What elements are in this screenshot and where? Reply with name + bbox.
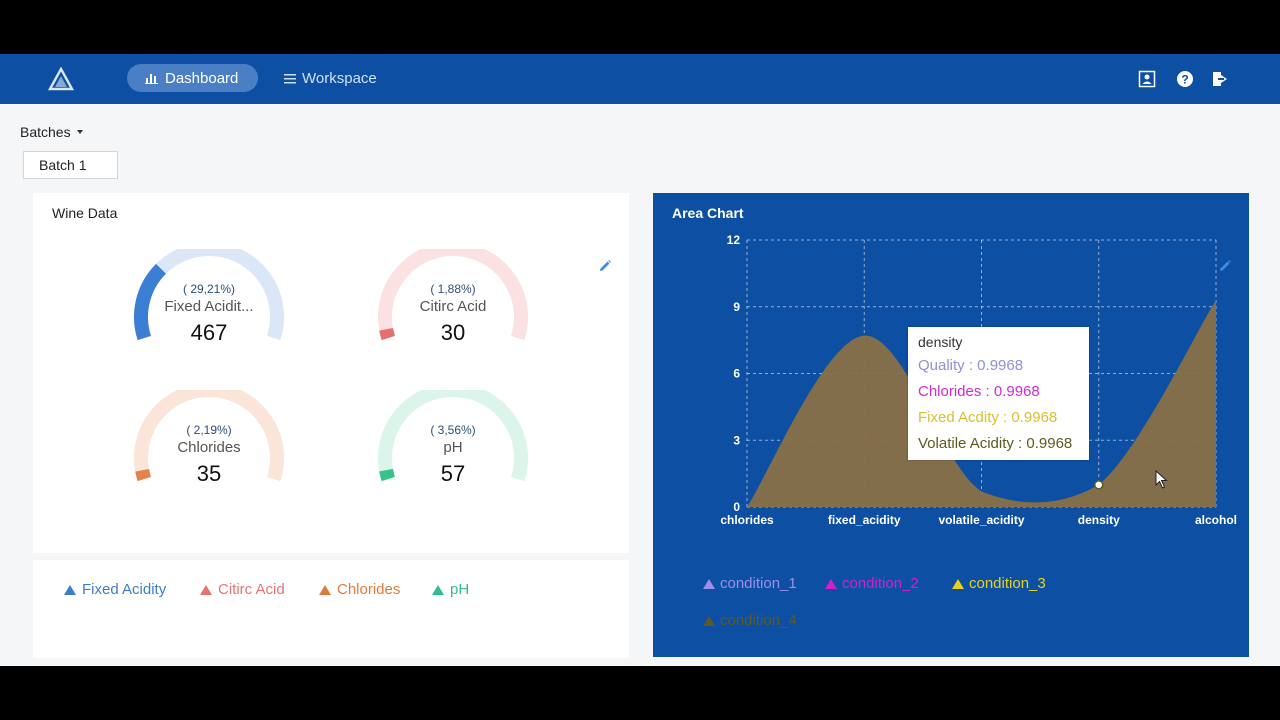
legend-label: condition_2: [842, 575, 919, 592]
legend-item-chlorides[interactable]: Chlorides: [319, 581, 400, 598]
main-content: Batches Batch 1 Wine Data ( 29,21%) Fixe…: [0, 104, 1280, 666]
user-icon[interactable]: [1138, 70, 1156, 88]
legend-item-condition-2[interactable]: condition_2: [825, 575, 919, 592]
triangle-icon: [952, 578, 964, 589]
legend-label: pH: [450, 581, 470, 598]
gauge-percent: ( 1,88%): [430, 282, 476, 296]
gauge-citric-acid: ( 1,88%) Citirc Acid 30: [373, 249, 533, 359]
logo-icon[interactable]: [48, 67, 74, 91]
y-tick-label: 3: [733, 433, 740, 447]
gauge-name: pH: [443, 439, 463, 456]
legend-label: Fixed Acidity: [82, 581, 167, 598]
legend-item-condition-4[interactable]: condition_4: [703, 612, 797, 629]
mouse-cursor-icon: [1155, 470, 1168, 489]
legend-label: Citirc Acid: [218, 581, 285, 598]
y-tick-label: 9: [733, 300, 740, 314]
tooltip-header: density: [918, 334, 963, 350]
tooltip-row-chlorides: Chlorides : 0.9968: [918, 383, 1040, 400]
batch-select[interactable]: Batch 1: [23, 151, 118, 179]
nav-workspace-label: Workspace: [302, 69, 377, 87]
letterbox-bottom: [0, 666, 1280, 720]
gauge-chlorides: ( 2,19%) Chlorides 35: [129, 390, 289, 500]
tooltip-row-volatile-acidity: Volatile Acidity : 0.9968: [918, 435, 1073, 452]
legend-item-condition-3[interactable]: condition_3: [952, 575, 1046, 592]
triangle-icon: [200, 584, 212, 595]
x-tick-label: volatile_acidity: [938, 513, 1024, 527]
triangle-icon: [64, 584, 76, 595]
triangle-icon: [319, 584, 331, 595]
gauge-ph: ( 3,56%) pH 57: [373, 390, 533, 500]
gauge-name: Chlorides: [177, 439, 241, 456]
x-tick-label: chlorides: [720, 513, 774, 527]
nav-dashboard-button[interactable]: Dashboard: [127, 64, 258, 92]
gauge-value: 467: [190, 320, 228, 345]
batches-label: Batches: [20, 124, 71, 140]
nav-dashboard-label: Dashboard: [165, 69, 239, 87]
legend-label: Chlorides: [337, 581, 401, 598]
menu-icon: [284, 73, 296, 83]
area-chart-title: Area Chart: [672, 205, 744, 221]
letterbox-top: [0, 0, 1280, 54]
triangle-icon: [432, 584, 444, 595]
chart-tooltip: density Quality : 0.9968 Chlorides : 0.9…: [908, 327, 1089, 460]
legend-item-condition-1[interactable]: condition_1: [703, 575, 797, 592]
triangle-icon: [703, 615, 715, 626]
area-chart-card: 0 3 6 9 12 chlorides fixed_acidity volatile_aci…: [653, 193, 1249, 657]
x-tick-label: alcohol: [1195, 513, 1237, 527]
y-tick-label: 12: [727, 233, 741, 247]
gauge-percent: ( 3,56%): [430, 423, 476, 437]
caret-down-icon: [76, 130, 83, 134]
legend-label: condition_4: [720, 612, 797, 629]
x-tick-label: density: [1078, 513, 1120, 527]
gauge-percent: ( 29,21%): [182, 282, 236, 296]
tooltip-row-fixed-acidity: Fixed Acdity : 0.9968: [918, 409, 1058, 426]
gauge-fixed-acidity: ( 29,21%) Fixed Acidit... 467: [129, 249, 289, 359]
batches-dropdown[interactable]: Batches: [20, 124, 83, 140]
gauge-name: Fixed Acidit...: [164, 298, 254, 315]
help-icon[interactable]: ?: [1176, 70, 1194, 88]
highlight-point[interactable]: [1094, 480, 1104, 490]
gauge-value: 35: [196, 461, 222, 486]
x-tick-label: fixed_acidity: [828, 513, 901, 527]
legend-label: condition_1: [720, 575, 797, 592]
triangle-icon: [825, 578, 837, 589]
wine-data-card: Wine Data ( 29,21%) Fixed Acidit... 467 …: [33, 193, 629, 553]
wine-legend-card: Fixed Acidity Citirc Acid Chlorides pH: [33, 560, 629, 658]
legend-item-ph[interactable]: pH: [432, 581, 469, 598]
triangle-icon: [703, 578, 715, 589]
y-tick-label: 0: [733, 500, 740, 514]
pencil-icon[interactable]: [598, 259, 612, 273]
pencil-icon[interactable]: [1218, 259, 1232, 273]
top-navbar: Dashboard Workspace ?: [0, 54, 1280, 104]
svg-text:?: ?: [1181, 73, 1188, 87]
gauge-percent: ( 2,19%): [186, 423, 232, 437]
logout-icon[interactable]: [1211, 70, 1229, 88]
nav-workspace-button[interactable]: Workspace: [266, 64, 392, 92]
wine-card-title: Wine Data: [52, 205, 118, 221]
gauge-value: 30: [440, 320, 466, 345]
gauge-name: Citirc Acid: [419, 298, 487, 315]
bar-chart-icon: [145, 74, 158, 84]
gauge-value: 57: [440, 461, 466, 486]
tooltip-row-quality: Quality : 0.9968: [918, 357, 1024, 374]
legend-item-fixed-acidity[interactable]: Fixed Acidity: [64, 581, 166, 598]
legend-item-citric-acid[interactable]: Citirc Acid: [200, 581, 285, 598]
legend-label: condition_3: [969, 575, 1046, 592]
y-tick-label: 6: [733, 367, 740, 381]
